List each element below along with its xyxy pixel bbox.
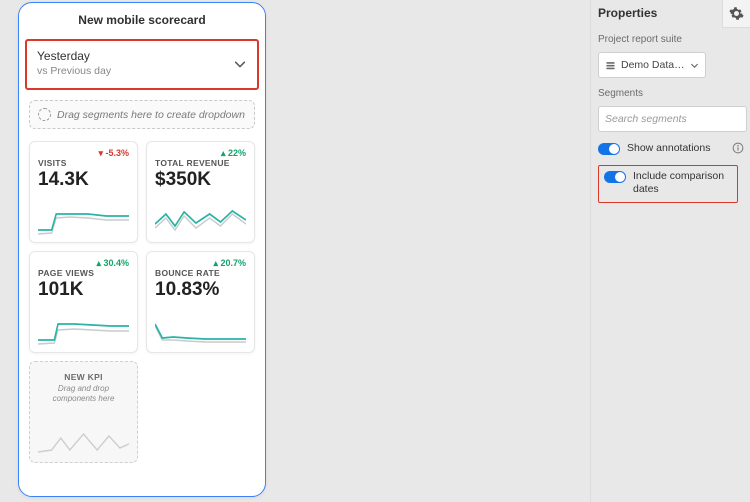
kpi-delta: ▴ 20.7% — [213, 258, 246, 269]
toggle-label: Include comparison dates — [633, 170, 732, 196]
kpi-tile-placeholder[interactable]: NEW KPI Drag and drop components here — [29, 361, 138, 463]
sparkline — [38, 403, 129, 458]
properties-title: Properties — [598, 6, 738, 20]
switch-on-icon — [598, 143, 620, 155]
kpi-label: BOUNCE RATE — [155, 268, 246, 278]
switch-on-icon — [604, 171, 626, 183]
scorecard-preview: New mobile scorecard Yesterday vs Previo… — [18, 2, 266, 497]
toggle-comparison-dates[interactable]: Include comparison dates — [604, 170, 732, 196]
chevron-down-icon — [233, 57, 247, 71]
suite-label: Project report suite — [598, 34, 738, 45]
placeholder-sub: Drag and drop components here — [38, 384, 129, 403]
kpi-tile-bouncerate[interactable]: ▴ 20.7% BOUNCE RATE 10.83% — [146, 251, 255, 353]
sparkline — [155, 301, 246, 348]
date-secondary: vs Previous day — [37, 65, 111, 79]
kpi-delta: ▴ 22% — [221, 148, 246, 159]
toggle-label: Show annotations — [627, 142, 738, 155]
segments-label: Segments — [598, 88, 738, 99]
properties-panel: Properties Project report suite Demo Dat… — [598, 6, 738, 203]
suite-value: Demo Data Adob… — [621, 59, 685, 71]
kpi-tile-pageviews[interactable]: ▴ 30.4% PAGE VIEWS 101K — [29, 251, 138, 353]
settings-button[interactable] — [722, 0, 750, 28]
kpi-label: VISITS — [38, 158, 129, 168]
kpi-value: 10.83% — [155, 279, 246, 301]
placeholder-label: NEW KPI — [64, 372, 102, 382]
kpi-value: 101K — [38, 279, 129, 301]
report-suite-select[interactable]: Demo Data Adob… — [598, 52, 706, 78]
sparkline — [38, 301, 129, 348]
kpi-tile-visits[interactable]: ▾ -5.3% VISITS 14.3K — [29, 141, 138, 243]
kpi-delta: ▴ 30.4% — [96, 258, 129, 269]
gear-icon — [729, 6, 744, 21]
kpi-tile-revenue[interactable]: ▴ 22% TOTAL REVENUE $350K — [146, 141, 255, 243]
toggle-annotations[interactable]: Show annotations — [598, 142, 738, 155]
panel-divider — [590, 0, 591, 502]
kpi-label: PAGE VIEWS — [38, 268, 129, 278]
kpi-label: TOTAL REVENUE — [155, 158, 246, 168]
segment-dropzone-label: Drag segments here to create dropdown — [57, 109, 245, 121]
date-primary: Yesterday — [37, 49, 111, 65]
chevron-down-icon — [690, 61, 699, 70]
comparison-dates-highlight: Include comparison dates — [598, 165, 738, 203]
segment-dropzone[interactable]: Drag segments here to create dropdown — [29, 100, 255, 129]
database-icon — [605, 60, 616, 71]
sparkline — [155, 191, 246, 238]
kpi-grid: ▾ -5.3% VISITS 14.3K ▴ 22% TOTAL REVENUE… — [19, 133, 265, 496]
kpi-value: $350K — [155, 169, 246, 191]
scorecard-title: New mobile scorecard — [19, 3, 265, 39]
sparkline — [38, 191, 129, 238]
kpi-delta: ▾ -5.3% — [98, 148, 129, 159]
segments-search-input[interactable] — [598, 106, 747, 132]
kpi-value: 14.3K — [38, 169, 129, 191]
info-icon[interactable] — [732, 142, 744, 154]
date-range-selector[interactable]: Yesterday vs Previous day — [25, 39, 259, 90]
segment-dropzone-icon — [38, 108, 51, 121]
